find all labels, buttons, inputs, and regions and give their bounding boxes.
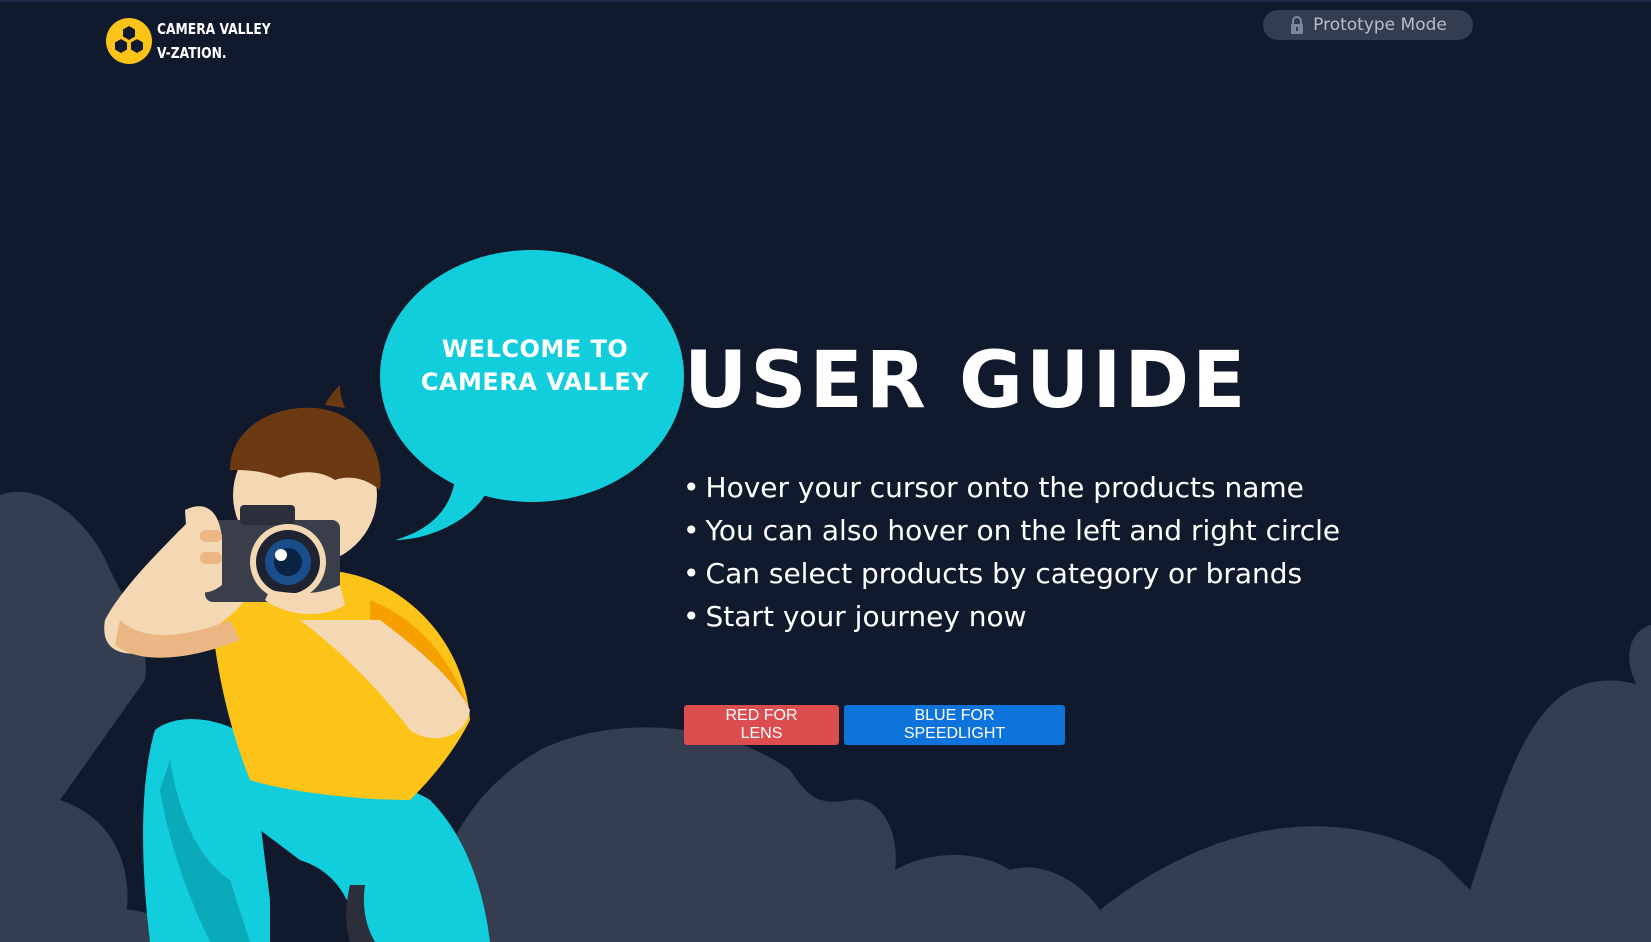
prototype-mode-badge[interactable]: Prototype Mode	[1263, 10, 1473, 40]
guide-item: • Hover your cursor onto the products nam…	[683, 466, 1340, 509]
bullet: •	[683, 600, 700, 633]
bullet: •	[683, 557, 700, 590]
guide-item-text: Hover your cursor onto the products name	[705, 471, 1304, 504]
speech-bubble-line2: CAMERA VALLEY	[420, 368, 650, 396]
guide-item: • You can also hover on the left and righ…	[683, 509, 1340, 552]
lock-icon	[1291, 16, 1304, 34]
speech-bubble-line1: WELCOME TO	[441, 335, 629, 363]
guide-item: • Start your journey now	[683, 595, 1340, 638]
bullet: •	[683, 514, 700, 547]
guide-item-text: Can select products by category or brand…	[705, 557, 1303, 590]
guide-item-text: Start your journey now	[705, 600, 1027, 633]
brand-logo[interactable]: CAMERA VALLEY V-ZATION.	[105, 17, 296, 65]
blue-for-speedlight-button[interactable]: BLUE FOR SPEEDLIGHT	[844, 705, 1065, 745]
red-for-lens-button[interactable]: RED FOR LENS	[684, 705, 839, 745]
speech-bubble-text: WELCOME TO CAMERA VALLEY	[400, 333, 670, 399]
prototype-mode-label: Prototype Mode	[1313, 15, 1447, 35]
action-buttons: RED FOR LENS BLUE FOR SPEEDLIGHT	[684, 705, 1065, 745]
page-title: USER GUIDE	[684, 336, 1249, 426]
guide-item: • Can select products by category or bran…	[683, 552, 1340, 595]
brand-name-line2: V-ZATION.	[157, 44, 227, 62]
brand-name-line1: CAMERA VALLEY	[157, 20, 271, 38]
brand-name: CAMERA VALLEY V-ZATION.	[157, 17, 271, 65]
bullet: •	[683, 471, 700, 504]
page: CAMERA VALLEY V-ZATION. Prototype Mode W…	[0, 0, 1651, 942]
guide-item-text: You can also hover on the left and right…	[705, 514, 1341, 547]
hexagon-cluster-icon	[106, 18, 152, 64]
guide-list: • Hover your cursor onto the products nam…	[683, 466, 1340, 638]
